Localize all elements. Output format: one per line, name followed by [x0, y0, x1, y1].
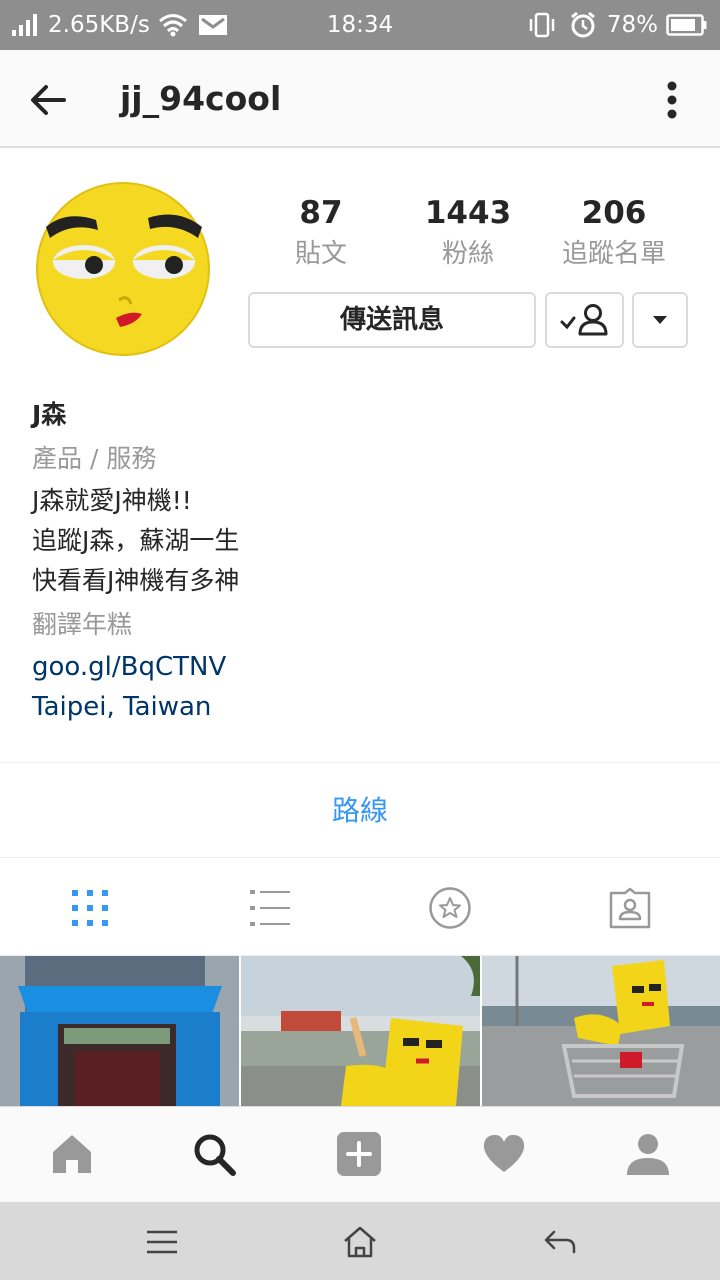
- page-title: jj_94cool: [120, 79, 282, 118]
- profile-category: 產品 / 服務: [32, 444, 157, 473]
- stat-followers[interactable]: 1443 粉絲: [388, 192, 548, 274]
- profile-bio: J森 產品 / 服務 J森就愛J神機!! 追蹤J森，蘇湖一生 快看看J神機有多神…: [32, 395, 692, 727]
- suggestions-dropdown-button[interactable]: [632, 292, 688, 348]
- location-link[interactable]: Taipei, Taiwan: [32, 687, 692, 727]
- posts-count: 87: [299, 195, 343, 231]
- bottom-navigation: [0, 1106, 720, 1202]
- menu-icon[interactable]: [144, 1224, 180, 1260]
- following-label: 追蹤名單: [561, 239, 666, 269]
- photo-thumbnail[interactable]: [241, 956, 480, 1106]
- profile-header: jj_94cool: [0, 50, 720, 148]
- saved-star-icon[interactable]: [428, 886, 472, 930]
- home-outline-icon[interactable]: [342, 1224, 378, 1260]
- followers-label: 粉絲: [441, 239, 494, 269]
- activity-heart-icon[interactable]: [481, 1131, 527, 1177]
- battery-icon: [666, 14, 707, 36]
- bio-line-3: 快看看J神機有多神: [32, 566, 240, 595]
- profile-icon[interactable]: [625, 1131, 671, 1177]
- caret-down-icon: [653, 316, 667, 324]
- alarm-icon: [570, 11, 595, 38]
- search-icon[interactable]: [191, 1131, 237, 1177]
- bio-line-2: 追蹤J森，蘇湖一生: [32, 526, 240, 555]
- followers-count: 1443: [424, 195, 512, 231]
- status-bar: 2.65KB/s 18:34 78%: [0, 0, 720, 50]
- tagged-photos-icon[interactable]: [608, 886, 652, 930]
- back-icon[interactable]: [542, 1224, 578, 1260]
- profile-name: J森: [32, 400, 67, 429]
- bio-line-1: J森就愛J神機!!: [32, 486, 192, 515]
- list-view-icon[interactable]: [248, 886, 292, 930]
- system-navigation-bar: [0, 1202, 720, 1280]
- home-icon[interactable]: [49, 1131, 95, 1177]
- following-check-icon: [560, 304, 608, 336]
- add-post-icon[interactable]: [336, 1131, 382, 1177]
- back-arrow-icon[interactable]: [28, 80, 68, 120]
- stat-following[interactable]: 206 追蹤名單: [534, 192, 694, 274]
- following-button[interactable]: [545, 292, 624, 348]
- directions-button[interactable]: 路線: [0, 762, 720, 858]
- avatar[interactable]: [36, 182, 210, 356]
- translate-link[interactable]: 翻譯年糕: [32, 603, 692, 647]
- photo-thumbnail[interactable]: [482, 956, 720, 1106]
- profile-view-tabs: [0, 858, 720, 956]
- website-link[interactable]: goo.gl/BqCTNV: [32, 647, 692, 687]
- following-count: 206: [581, 195, 647, 231]
- photo-grid: [0, 956, 720, 1106]
- more-options-icon[interactable]: [664, 80, 680, 120]
- photo-thumbnail[interactable]: [0, 956, 239, 1106]
- stat-posts[interactable]: 87 貼文: [241, 192, 401, 274]
- battery-percent: 78%: [606, 12, 658, 38]
- posts-label: 貼文: [294, 239, 347, 269]
- vibrate-icon: [529, 12, 555, 38]
- grid-view-icon[interactable]: [68, 886, 112, 930]
- send-message-button[interactable]: 傳送訊息: [248, 292, 536, 348]
